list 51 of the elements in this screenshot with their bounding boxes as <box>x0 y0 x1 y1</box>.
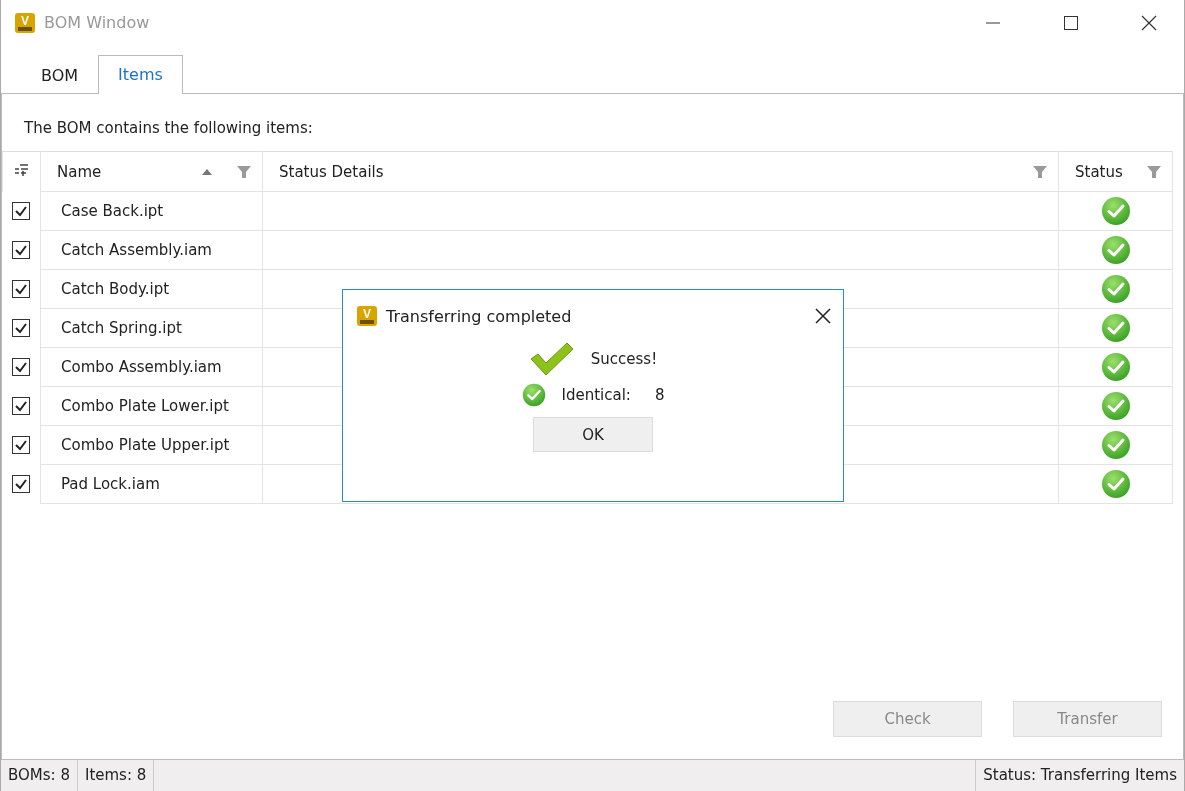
table-cell: Catch Spring.ipt <box>40 308 263 348</box>
status-text: Items: 8 <box>77 760 155 791</box>
row-checkbox[interactable] <box>12 397 31 416</box>
app-logo-icon: V <box>14 11 36 34</box>
filter-icon[interactable] <box>236 163 252 180</box>
column-label: Status Details <box>279 162 385 181</box>
filter-icon[interactable] <box>1146 163 1162 180</box>
app-logo-icon: V <box>356 305 378 327</box>
checkmark-icon <box>528 341 575 377</box>
table-cell: Catch Body.ipt <box>40 269 263 309</box>
row-checkbox[interactable] <box>12 202 31 221</box>
success-icon <box>1100 313 1131 343</box>
filter-icon[interactable] <box>1032 163 1048 180</box>
success-icon <box>1100 196 1131 226</box>
success-icon <box>521 383 546 407</box>
column-header[interactable]: Status <box>1058 151 1173 192</box>
success-icon <box>1100 235 1131 265</box>
status-text: Status: Transferring Items <box>975 760 1184 791</box>
column-header[interactable]: Status Details <box>262 151 1059 192</box>
table-cell: Combo Plate Upper.ipt <box>40 425 263 465</box>
result-label: Identical: <box>561 386 631 404</box>
success-icon <box>1100 469 1131 499</box>
column-label: Status <box>1075 162 1123 181</box>
success-icon <box>1100 430 1131 460</box>
tab[interactable]: Items <box>98 55 183 94</box>
success-icon <box>1100 352 1131 382</box>
success-message: Success! <box>590 350 658 368</box>
intro-text: The BOM contains the following items: <box>24 119 314 137</box>
ok-button[interactable]: OK <box>533 417 653 452</box>
row-checkbox[interactable] <box>12 475 31 494</box>
row-checkbox[interactable] <box>12 436 31 455</box>
column-header[interactable]: Name <box>40 151 263 192</box>
dialog-title: Transferring completed <box>386 306 573 326</box>
success-icon <box>1100 274 1131 304</box>
table-cell: Pad Lock.iam <box>40 464 263 504</box>
table-cell: Combo Assembly.iam <box>40 347 263 387</box>
window-title: BOM Window <box>44 13 151 32</box>
status-text: BOMs: 8 <box>1 760 78 791</box>
success-icon <box>1100 391 1131 421</box>
column-label: Name <box>57 162 103 181</box>
column-chooser-icon[interactable] <box>13 161 30 178</box>
tab[interactable]: BOM <box>21 56 99 94</box>
row-checkbox[interactable] <box>12 358 31 377</box>
result-value: 8 <box>654 386 665 404</box>
close-icon[interactable] <box>815 308 831 324</box>
row-checkbox[interactable] <box>12 241 31 260</box>
table-cell: Catch Assembly.iam <box>40 230 263 270</box>
row-checkbox[interactable] <box>12 319 31 338</box>
table-cell: Case Back.ipt <box>40 191 263 231</box>
row-checkbox[interactable] <box>12 280 31 299</box>
table-cell: Combo Plate Lower.ipt <box>40 386 263 426</box>
